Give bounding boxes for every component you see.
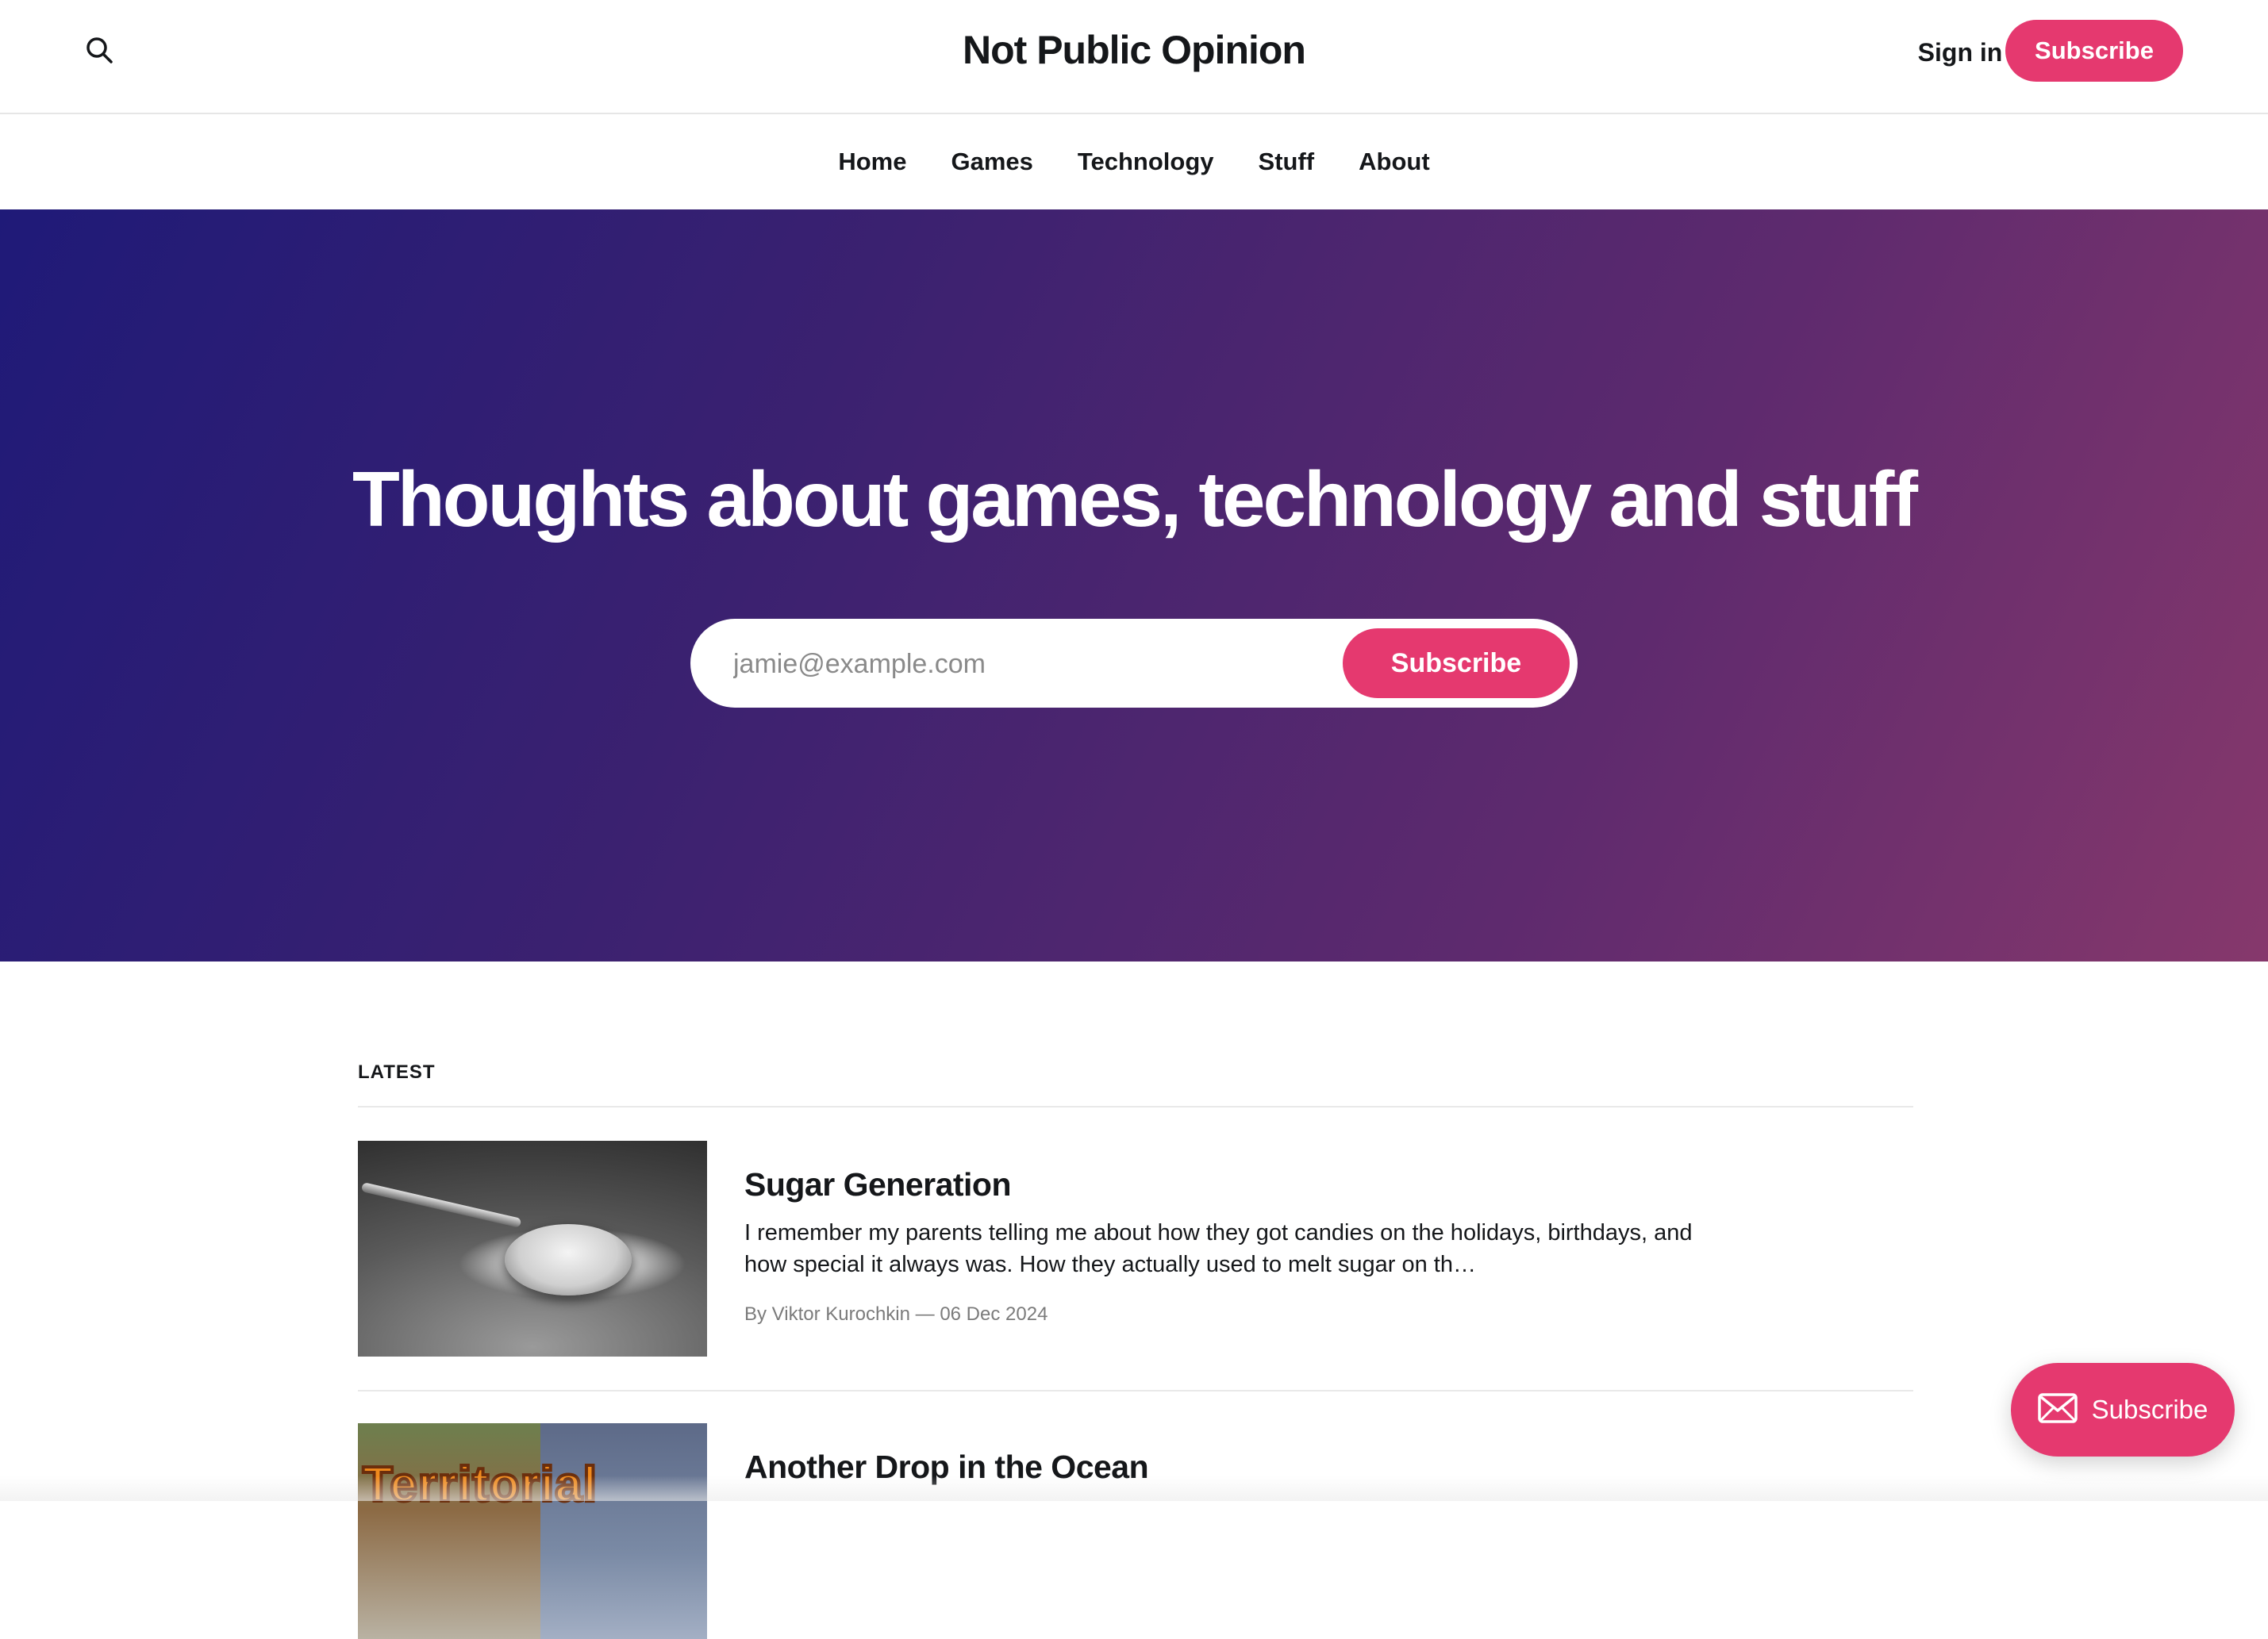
sign-in-link[interactable]: Sign in	[1897, 32, 2024, 73]
hero-subscribe-button[interactable]: Subscribe	[1343, 628, 1570, 698]
header-subscribe-button[interactable]: Subscribe	[2005, 20, 2183, 82]
nav-item-technology[interactable]: Technology	[1078, 148, 1214, 176]
scroll-fade	[0, 1476, 2268, 1501]
envelope-icon	[2037, 1392, 2078, 1427]
hero-section: Thoughts about games, technology and stu…	[0, 209, 2268, 962]
divider	[358, 1390, 1913, 1391]
post-thumbnail[interactable]: Territorial	[358, 1423, 707, 1639]
nav-item-games[interactable]: Games	[951, 148, 1032, 176]
hero-title: Thoughts about games, technology and stu…	[352, 455, 1918, 543]
post-meta: By Viktor Kurochkin — 06 Dec 2024	[744, 1303, 1048, 1325]
portal-label: Subscribe	[2091, 1395, 2208, 1424]
latest-label: LATEST	[358, 1061, 436, 1083]
post-thumbnail[interactable]	[358, 1141, 707, 1357]
signup-form: Subscribe	[690, 619, 1578, 709]
site-header: Not Public Opinion Sign in Subscribe	[0, 0, 2268, 114]
post-title[interactable]: Sugar Generation	[744, 1166, 1012, 1203]
email-input[interactable]	[732, 619, 1338, 709]
portal-subscribe-button[interactable]: Subscribe	[2011, 1363, 2235, 1457]
nav-item-home[interactable]: Home	[838, 148, 906, 176]
post-excerpt: I remember my parents telling me about h…	[744, 1220, 1693, 1277]
main-nav: Home Games Technology Stuff About	[0, 114, 2268, 209]
divider	[358, 1106, 1913, 1107]
nav-item-about[interactable]: About	[1359, 148, 1430, 176]
nav-item-stuff[interactable]: Stuff	[1259, 148, 1315, 176]
